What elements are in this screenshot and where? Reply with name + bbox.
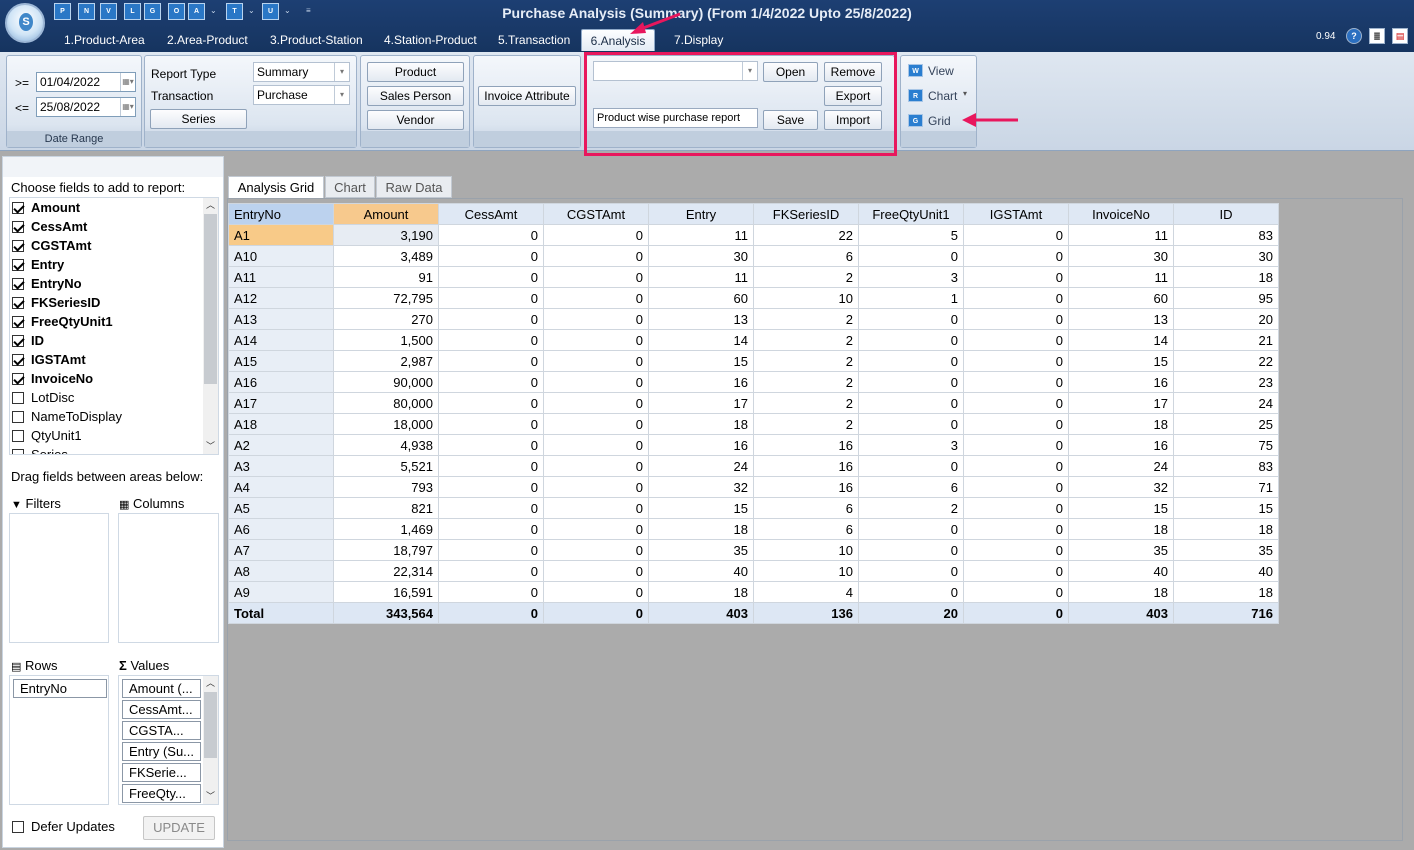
- annotation-arrow-to-grid-button: [962, 113, 1018, 127]
- annotation-arrows: [630, 12, 1018, 127]
- annotation-arrow-to-analysis-tab: [630, 12, 681, 34]
